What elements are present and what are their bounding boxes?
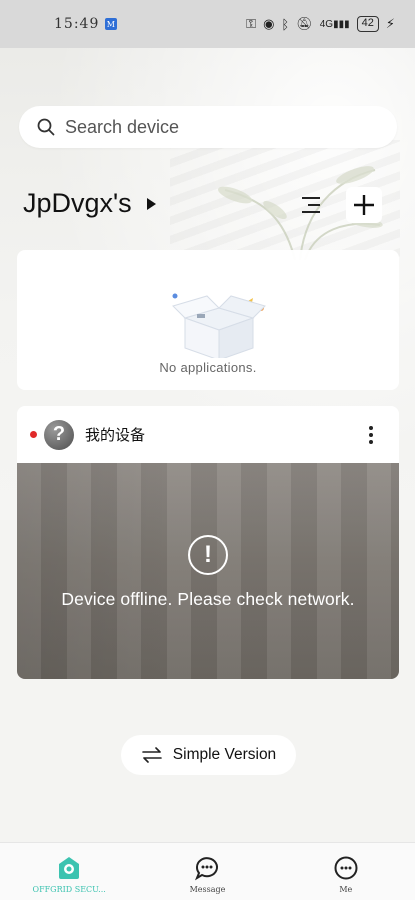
nav-label-me: Me <box>339 885 353 894</box>
applications-card: No applications. <box>17 250 399 390</box>
nav-label-message: Message <box>189 885 226 894</box>
empty-box-icon <box>172 293 266 358</box>
bluetooth-icon: ᛒ <box>281 16 290 32</box>
notification-icon: M <box>105 18 118 30</box>
search-icon <box>37 118 55 136</box>
eye-icon: ◉ <box>263 16 275 31</box>
device-avatar-question-icon: ? <box>44 419 74 450</box>
status-icons: ⚿ ◉ ᛒ 🔕︎ 4G▮▮▮ 42 ⚡ <box>246 16 395 32</box>
search-bar[interactable] <box>19 106 397 148</box>
mute-icon: 🔕︎ <box>296 16 313 31</box>
status-time: 15:49 M <box>54 16 118 32</box>
list-view-button[interactable] <box>296 190 326 220</box>
simple-version-label: Simple Version <box>172 746 277 763</box>
nav-item-message[interactable]: Message <box>138 843 276 900</box>
battery-indicator: 42 <box>356 16 379 32</box>
alert-icon: ! <box>188 535 228 575</box>
list-icon <box>302 197 320 213</box>
charging-icon: ⚡ <box>385 16 395 31</box>
home-name: JpDvgx's <box>23 188 132 218</box>
nav-item-home[interactable]: OFFGRID SECU... <box>0 843 138 900</box>
plus-icon <box>354 195 374 215</box>
add-device-button[interactable] <box>346 187 382 223</box>
simple-version-button[interactable]: Simple Version <box>121 735 296 775</box>
device-name: 我的设备 <box>85 427 146 444</box>
message-icon <box>195 857 219 881</box>
device-more-button[interactable] <box>361 422 381 448</box>
nav-item-me[interactable]: Me <box>277 843 415 900</box>
empty-applications-text: No applications. <box>159 360 257 375</box>
home-selector[interactable]: JpDvgx's <box>23 188 156 219</box>
nav-label-home: OFFGRID SECU... <box>32 885 106 894</box>
key-icon: ⚿ <box>246 16 257 31</box>
bottom-navigation: OFFGRID SECU... Message Me <box>0 842 415 900</box>
more-vertical-icon <box>369 426 373 430</box>
me-icon <box>334 856 358 880</box>
device-preview[interactable]: ! Device offline. Please check network. <box>17 463 399 679</box>
home-icon <box>59 857 80 879</box>
search-input[interactable] <box>65 116 345 138</box>
status-bar: 15:49 M ⚿ ◉ ᛒ 🔕︎ 4G▮▮▮ 42 ⚡ <box>0 0 415 48</box>
offline-message: Device offline. Please check network. <box>61 589 355 609</box>
caret-right-icon <box>146 197 156 210</box>
swap-icon <box>141 747 162 763</box>
device-header: ? 我的设备 <box>17 406 399 463</box>
device-card[interactable]: ? 我的设备 ! Device offline. Please check ne… <box>17 406 399 679</box>
signal-icon: 4G▮▮▮ <box>319 18 350 30</box>
offline-status-dot <box>30 431 37 438</box>
